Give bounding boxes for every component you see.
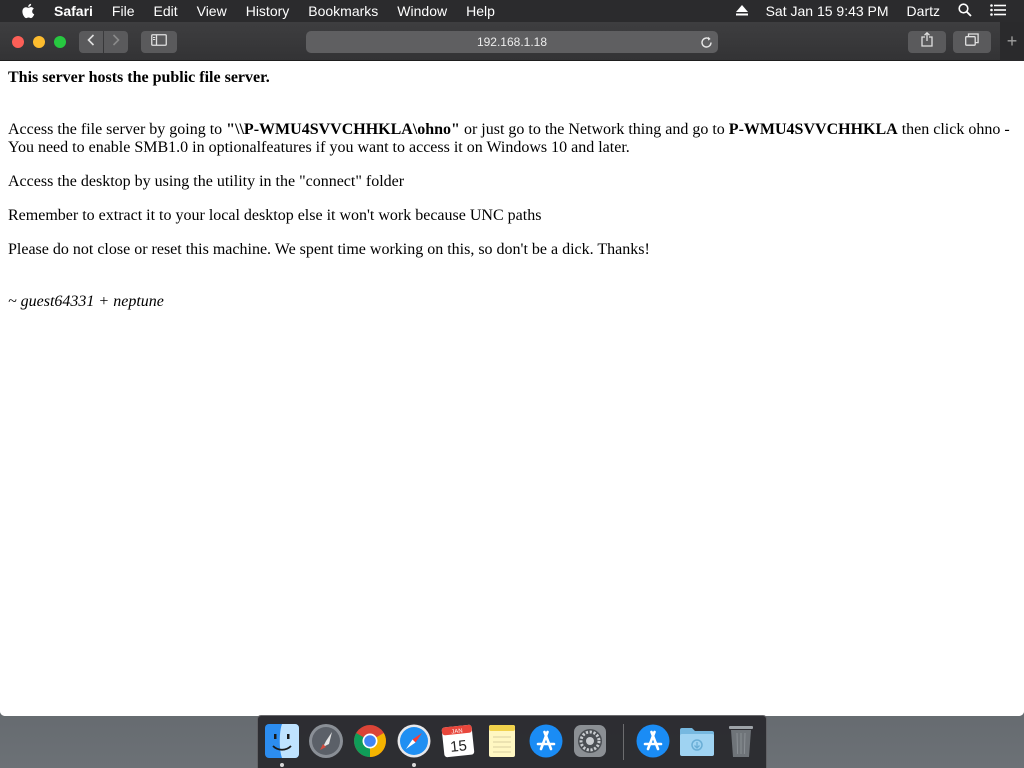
address-bar[interactable]: 192.168.1.18 — [306, 31, 718, 53]
reload-icon[interactable] — [698, 34, 714, 50]
sidebar-icon — [151, 33, 167, 51]
minimize-window-button[interactable] — [33, 36, 45, 48]
tabs-overview-icon — [965, 33, 979, 51]
calendar-icon[interactable]: JAN 15 — [439, 722, 477, 760]
do-not-reset-notice: Please do not close or reset this machin… — [8, 241, 650, 258]
launchpad-icon[interactable] — [307, 722, 345, 760]
address-text: 192.168.1.18 — [476, 35, 548, 49]
safari-window: 192.168.1.18 + This server hosts the pub… — [0, 22, 1024, 716]
apple-icon[interactable] — [18, 3, 38, 19]
dock-separator — [623, 724, 624, 760]
app-store-icon[interactable] — [527, 722, 565, 760]
dock: JAN 15 — [257, 715, 767, 768]
running-indicator — [280, 763, 284, 767]
instructions-text-2: or just go to the Network thing and go t… — [459, 121, 729, 138]
new-tab-button[interactable]: + — [1000, 22, 1024, 61]
trash-icon[interactable] — [722, 722, 760, 760]
forward-button[interactable] — [104, 31, 128, 53]
system-preferences-icon[interactable] — [571, 722, 609, 760]
chevron-right-icon — [112, 33, 120, 51]
spotlight-icon[interactable] — [958, 2, 972, 20]
running-indicator — [412, 763, 416, 767]
menu-bookmarks[interactable]: Bookmarks — [308, 3, 378, 19]
menu-history[interactable]: History — [246, 3, 290, 19]
calendar-month: JAN — [451, 728, 463, 735]
downloads-stack-icon[interactable] — [634, 722, 672, 760]
notes-icon[interactable] — [483, 722, 521, 760]
menu-safari[interactable]: Safari — [54, 3, 93, 19]
chrome-icon[interactable] — [351, 722, 389, 760]
back-button[interactable] — [79, 31, 103, 53]
signature: ~ guest64331 + neptune — [8, 293, 164, 310]
menu-help[interactable]: Help — [466, 3, 495, 19]
calendar-day: 15 — [449, 737, 467, 756]
menubar-user[interactable]: Dartz — [907, 3, 940, 19]
fullscreen-window-button[interactable] — [54, 36, 66, 48]
desktop-instructions: Access the desktop by using the utility … — [8, 173, 405, 190]
notification-center-icon[interactable] — [990, 3, 1006, 19]
menu-edit[interactable]: Edit — [153, 3, 177, 19]
chevron-left-icon — [87, 33, 95, 51]
extract-reminder: Remember to extract it to your local des… — [8, 207, 542, 224]
menu-window[interactable]: Window — [397, 3, 447, 19]
instructions-text-1: Access the file server by going to — [8, 121, 227, 138]
close-window-button[interactable] — [12, 36, 24, 48]
file-server-instructions: Access the file server by going to "\\P-… — [8, 121, 1016, 157]
browser-toolbar: 192.168.1.18 + — [0, 22, 1024, 61]
share-button[interactable] — [908, 31, 946, 53]
share-icon — [921, 31, 933, 52]
tab-overview-button[interactable] — [953, 31, 991, 53]
finder-icon[interactable] — [263, 722, 301, 760]
eject-icon[interactable] — [735, 3, 748, 19]
menu-view[interactable]: View — [197, 3, 227, 19]
plus-icon: + — [1006, 31, 1018, 51]
menubar-clock[interactable]: Sat Jan 15 9:43 PM — [766, 3, 889, 19]
safari-icon[interactable] — [395, 722, 433, 760]
menu-bar: Safari File Edit View History Bookmarks … — [0, 0, 1024, 22]
menu-file[interactable]: File — [112, 3, 135, 19]
folder-icon[interactable] — [678, 722, 716, 760]
unc-path: "\\P-WMU4SVVCHHKLA\ohno" — [226, 121, 460, 138]
web-page-content: This server hosts the public file server… — [0, 61, 1024, 716]
host-name: P-WMU4SVVCHHKLA — [728, 121, 898, 138]
sidebar-toggle-button[interactable] — [141, 31, 177, 53]
page-heading: This server hosts the public file server… — [8, 69, 270, 86]
